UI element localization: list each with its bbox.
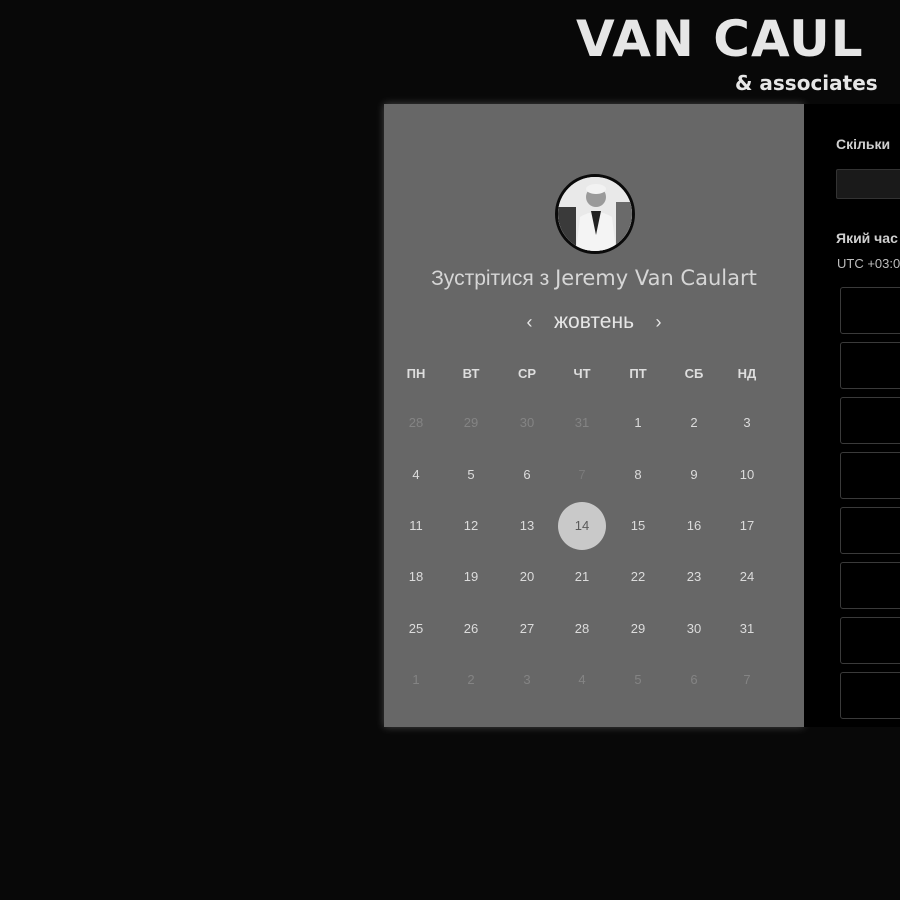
calendar-day: 5 [634, 672, 642, 687]
weekday-label: СР [517, 366, 537, 381]
calendar-day[interactable]: 9 [674, 455, 714, 495]
calendar-day-selected[interactable]: 14 [558, 502, 606, 550]
calendar-day[interactable]: 31 [727, 609, 767, 649]
calendar-day[interactable]: 4 [396, 455, 436, 495]
weekday-label: ПТ [629, 366, 647, 381]
calendar-day: 2 [467, 672, 475, 687]
calendar-day: 1 [412, 672, 420, 687]
brand-logo: VAN CAUL [576, 10, 864, 68]
calendar-day: 7 [743, 672, 751, 687]
month-label: жовтень [553, 310, 635, 333]
calendar-day: 30 [519, 415, 535, 430]
chevron-right-icon[interactable]: › [648, 312, 668, 333]
chevron-left-icon[interactable]: ‹ [520, 312, 540, 333]
brand-logo-subtitle: & associates [735, 71, 878, 95]
time-slot-button[interactable] [840, 617, 900, 664]
calendar-day: 31 [574, 415, 590, 430]
host-name: Jeremy Van Caulart [555, 266, 757, 290]
time-slot-button[interactable] [840, 452, 900, 499]
booking-calendar-card: Зустрітися з Jeremy Van Caulart ‹ жовтен… [384, 104, 804, 727]
weekday-label: ПН [406, 366, 426, 381]
calendar-day[interactable]: 21 [562, 557, 602, 597]
weekday-label: СБ [684, 366, 704, 381]
weekday-label: ЧТ [573, 366, 591, 381]
calendar-day[interactable]: 13 [507, 506, 547, 546]
calendar-day: 3 [523, 672, 531, 687]
time-slot-button[interactable] [840, 507, 900, 554]
calendar-day: 7 [578, 467, 586, 482]
calendar-day[interactable]: 25 [396, 609, 436, 649]
calendar-day[interactable]: 30 [674, 609, 714, 649]
weekday-label: ВТ [462, 366, 480, 381]
calendar-day[interactable]: 12 [451, 506, 491, 546]
weekday-label: НД [737, 366, 757, 381]
calendar-day[interactable]: 8 [618, 455, 658, 495]
calendar-day[interactable]: 28 [562, 609, 602, 649]
time-question: Який час [836, 230, 898, 246]
calendar-day[interactable]: 2 [674, 403, 714, 443]
calendar-day: 28 [408, 415, 424, 430]
calendar-day[interactable]: 10 [727, 455, 767, 495]
calendar-day[interactable]: 5 [451, 455, 491, 495]
duration-select[interactable] [836, 169, 900, 199]
time-slot-button[interactable] [840, 342, 900, 389]
month-navigation: ‹ жовтень › [384, 310, 804, 334]
time-slot-button[interactable] [840, 562, 900, 609]
calendar-day: 6 [690, 672, 698, 687]
host-avatar [555, 174, 635, 254]
calendar-day[interactable]: 19 [451, 557, 491, 597]
calendar-day[interactable]: 20 [507, 557, 547, 597]
calendar-day[interactable]: 29 [618, 609, 658, 649]
meeting-title: Зустрітися з Jeremy Van Caulart [384, 266, 804, 291]
timezone-label[interactable]: UTC +03:0 [837, 256, 900, 271]
calendar-day[interactable]: 27 [507, 609, 547, 649]
calendar-day[interactable]: 1 [618, 403, 658, 443]
time-slot-button[interactable] [840, 397, 900, 444]
calendar-day[interactable]: 6 [507, 455, 547, 495]
calendar-day: 4 [578, 672, 586, 687]
calendar-day[interactable]: 23 [674, 557, 714, 597]
time-slot-button[interactable] [840, 672, 900, 719]
calendar-day[interactable]: 11 [396, 506, 436, 546]
calendar-day[interactable]: 17 [727, 506, 767, 546]
booking-options-panel: Скільки Який час UTC +03:0 [804, 104, 900, 727]
calendar-day[interactable]: 22 [618, 557, 658, 597]
avatar-photo-icon [558, 177, 632, 251]
calendar-day[interactable]: 16 [674, 506, 714, 546]
calendar-day: 29 [463, 415, 479, 430]
time-slot-button[interactable] [840, 287, 900, 334]
calendar-day[interactable]: 3 [727, 403, 767, 443]
calendar-day[interactable]: 15 [618, 506, 658, 546]
calendar-day[interactable]: 24 [727, 557, 767, 597]
duration-question: Скільки [836, 136, 891, 152]
calendar-day[interactable]: 18 [396, 557, 436, 597]
calendar-day[interactable]: 26 [451, 609, 491, 649]
meeting-title-prefix: Зустрітися з [431, 267, 550, 290]
